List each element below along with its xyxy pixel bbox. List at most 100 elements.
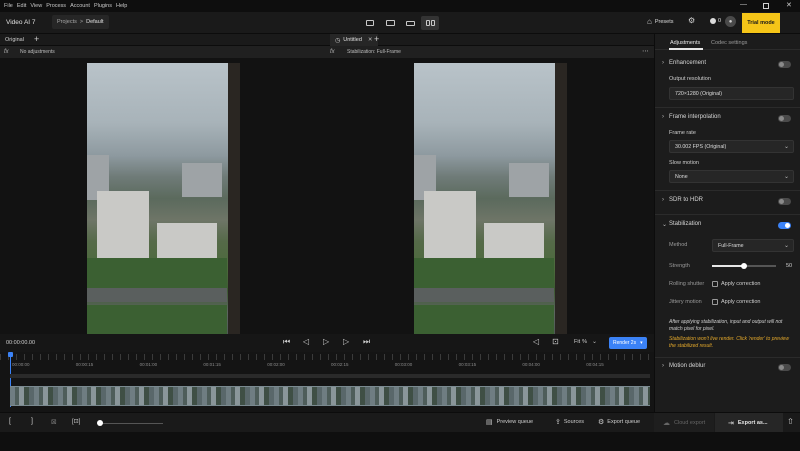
skip-to-start-icon[interactable]: ⏮ <box>283 337 290 347</box>
preview-viewer[interactable] <box>326 58 654 334</box>
crop-icon[interactable]: ⊡ <box>552 337 559 346</box>
presets-button[interactable]: ⌂ Presets <box>647 17 674 26</box>
preview-queue-icon: ▤ <box>486 419 493 426</box>
original-viewer[interactable] <box>0 58 326 334</box>
timeline-zoom-handle[interactable] <box>97 420 103 426</box>
more-options-icon[interactable]: ⋯ <box>642 47 649 55</box>
strength-slider-handle[interactable] <box>741 263 747 269</box>
trial-mode-button[interactable]: Trial mode <box>742 13 780 33</box>
play-icon[interactable]: ▷ <box>323 337 329 346</box>
mark-out-icon[interactable]: ] <box>31 418 33 425</box>
export-queue-button[interactable]: ⚙ Export queue <box>598 418 640 426</box>
fit-select[interactable]: Fit % ⌄ <box>574 338 597 346</box>
menu-account[interactable]: Account <box>70 3 90 9</box>
slow-motion-select[interactable]: None ⌄ <box>669 170 794 183</box>
section-frame-interpolation[interactable]: › Frame interpolation <box>655 111 800 125</box>
playhead-handle[interactable] <box>8 352 13 357</box>
view-side-by-side-button[interactable] <box>421 16 439 30</box>
jittery-motion-option: Apply correction <box>721 299 761 305</box>
menu-edit[interactable]: Edit <box>17 3 26 9</box>
tab-codec-settings[interactable]: Codec settings <box>711 40 747 46</box>
menu-plugins[interactable]: Plugins <box>94 3 112 9</box>
preview-queue-button[interactable]: ▤ Preview queue <box>486 418 533 426</box>
view-wide-button[interactable] <box>401 16 419 30</box>
strength-label: Strength <box>669 263 690 269</box>
skip-to-end-icon[interactable]: ⏭ <box>363 337 370 347</box>
step-back-icon[interactable]: ◁ <box>303 337 309 346</box>
chevron-down-icon: ⌄ <box>662 222 668 228</box>
upload-icon: ⇪ <box>555 419 561 426</box>
preview-video-frame <box>414 63 567 334</box>
section-stabilization[interactable]: ⌄ Stabilization <box>655 218 800 232</box>
timeline-zoom-slider[interactable] <box>99 423 163 424</box>
breadcrumb-current[interactable]: Default <box>86 19 103 25</box>
mark-in-icon[interactable]: [ <box>9 418 11 425</box>
split-view-icon <box>385 20 395 26</box>
credits-badge[interactable]: 0 <box>710 18 721 24</box>
step-forward-icon[interactable]: ▷ <box>343 337 349 346</box>
frame-rate-value: 30.002 FPS (Original) <box>675 144 727 150</box>
timeline-tick-label: 00:01:00 <box>139 362 158 367</box>
breadcrumb: Projects > Default <box>52 15 109 29</box>
section-enhancement[interactable]: › Enhancement <box>655 57 800 71</box>
method-select[interactable]: Full-Frame ⌄ <box>712 239 794 252</box>
menu-process[interactable]: Process <box>46 3 66 9</box>
stabilization-toggle[interactable] <box>778 222 791 229</box>
share-icon[interactable]: ⇧ <box>787 417 794 426</box>
jittery-motion-checkbox[interactable] <box>712 299 718 305</box>
section-sdr-to-hdr[interactable]: › SDR to HDR <box>655 194 800 208</box>
clear-marks-icon[interactable]: ⊠ <box>51 418 57 426</box>
enhancement-title: Enhancement <box>669 60 707 66</box>
close-icon[interactable]: ✕ <box>786 1 792 9</box>
strength-value: 50 <box>786 263 793 269</box>
view-single-button[interactable] <box>361 16 379 30</box>
export-queue-icon: ⚙ <box>598 419 605 426</box>
avatar[interactable]: ● <box>725 16 736 27</box>
left-panel-header: Original + <box>0 34 326 46</box>
timeline-track-bar <box>10 374 650 378</box>
left-adjustments-label: No adjustments <box>20 49 55 55</box>
preview-queue-label: Preview queue <box>496 419 534 425</box>
slow-motion-label: Slow motion <box>669 160 699 166</box>
frame-interpolation-title: Frame interpolation <box>669 114 721 120</box>
export-as-button[interactable]: ⇥ Export as... <box>715 413 783 433</box>
menu-file[interactable]: File <box>4 3 13 9</box>
add-tab-icon[interactable]: + <box>374 34 379 44</box>
tab-original[interactable]: Original <box>5 37 24 43</box>
menu-bar: File Edit View Process Account Plugins H… <box>0 0 800 12</box>
output-resolution-label: Output resolution <box>669 76 711 82</box>
tab-untitled[interactable]: ◷ Untitled ✕ <box>330 34 378 46</box>
timeline-tick-label: 00:02:00 <box>267 362 285 367</box>
cloud-export-button[interactable]: ☁ Cloud export <box>654 413 714 433</box>
stabilization-note: After applying stabilization, input and … <box>669 319 783 332</box>
tab-adjustments[interactable]: Adjustments <box>670 40 700 46</box>
right-panel-header: ◷ Untitled ✕ + <box>326 34 654 46</box>
motion-deblur-toggle[interactable] <box>778 364 791 371</box>
fit-suffix: % <box>582 338 588 345</box>
view-split-button[interactable] <box>381 16 399 30</box>
menu-view[interactable]: View <box>30 3 42 9</box>
section-motion-deblur[interactable]: › Motion deblur <box>655 360 800 374</box>
enhancement-toggle[interactable] <box>778 61 791 68</box>
output-resolution-select[interactable]: 720×1280 (Original) <box>669 87 794 100</box>
frame-rate-select[interactable]: 30.002 FPS (Original) ⌄ <box>669 140 794 153</box>
video-clip-thumbnails[interactable] <box>10 386 650 406</box>
timeline[interactable]: 00:00:00 00:00:15 00:01:00 00:01:15 00:02:00… <box>0 352 654 412</box>
fit-timeline-icon[interactable]: [⊡] <box>72 418 80 425</box>
add-tab-icon[interactable]: + <box>34 34 39 44</box>
volume-icon[interactable]: ◁ <box>533 337 539 346</box>
timeline-tick-label: 00:01:15 <box>203 362 221 367</box>
rolling-shutter-checkbox[interactable] <box>712 281 718 287</box>
sdr-to-hdr-toggle[interactable] <box>778 198 791 205</box>
maximize-icon[interactable] <box>763 3 769 9</box>
minimize-icon[interactable]: — <box>740 1 747 8</box>
close-tab-icon[interactable]: ✕ <box>368 37 373 43</box>
gear-icon[interactable]: ⚙ <box>688 16 695 25</box>
tab-untitled-label: Untitled <box>343 37 362 43</box>
strength-slider[interactable] <box>712 263 776 269</box>
frame-interpolation-toggle[interactable] <box>778 115 791 122</box>
breadcrumb-projects[interactable]: Projects <box>57 19 77 25</box>
menu-help[interactable]: Help <box>116 3 127 9</box>
sources-button[interactable]: ⇪ Sources <box>555 418 584 426</box>
render-button[interactable]: Render 2s ▾ <box>609 337 647 349</box>
